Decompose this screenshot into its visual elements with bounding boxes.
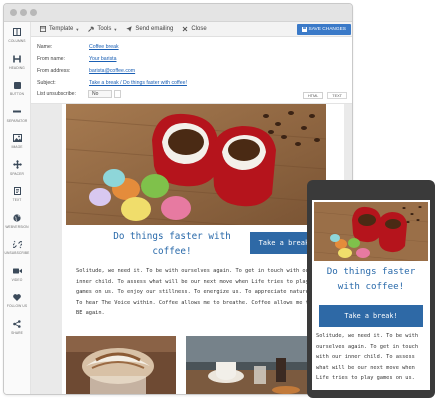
unlink-icon [12,239,23,249]
video-icon [12,266,23,276]
sidebar-item-share[interactable]: SHARE [4,314,30,341]
send-icon [126,26,133,32]
sidebar-item-video[interactable]: VIDEO [4,261,30,288]
sidebar-item-label: SHARE [11,330,23,335]
separator-icon [12,107,23,117]
sidebar-item-follow-us[interactable]: FOLLOW US [4,287,30,314]
mobile-email-headline: Do things faster with coffee! [326,266,416,292]
cafe-table-image[interactable] [186,336,311,394]
email-settings-form: Name: Coffee break From name: Your baris… [31,37,352,104]
close-icon [182,26,188,32]
from-address-row: From address: barista@coffee.com [37,68,135,74]
window-dot-icon[interactable] [30,9,37,16]
window-dot-icon[interactable] [10,9,17,16]
name-label: Name: [37,44,53,50]
close-button[interactable]: Close [182,26,207,32]
format-tabs: HTML TEXT [302,92,347,99]
tab-html[interactable]: HTML [302,92,324,99]
mobile-preview-device: Do things faster with coffee! Take a bre… [307,180,435,398]
tab-text[interactable]: TEXT [327,92,347,99]
send-emailing-button[interactable]: Send emailing [126,26,173,32]
template-menu-button[interactable]: Template ▼ [40,26,79,32]
sidebar-item-label: BUTTON [9,92,25,97]
sidebar-item-unsubscribe[interactable]: UNSUBSCRIBE [4,234,30,261]
email-body-text: Solitude, we need it. To be with ourselv… [76,268,312,316]
heart-icon [12,292,23,302]
tools-menu-button[interactable]: Tools ▼ [88,26,117,32]
sidebar-item-label: SPACER [10,171,24,176]
unsubscribe-label: List unsubscribe: [37,91,76,97]
save-changes-button[interactable]: SAVE CHANGES [296,24,351,35]
sidebar-item-label: IMAGE [11,145,23,150]
sidebar-item-image[interactable]: IMAGE [4,128,30,155]
sidebar-item-webversion[interactable]: WEBVERSION [4,208,30,235]
columns-icon [12,27,23,37]
sidebar-item-spacer[interactable]: SPACER [4,155,30,182]
wrench-icon [88,26,95,32]
editor-window: COLUMNS HEADING BUTTON SEPARATOR IMAGE S… [3,3,353,395]
sidebar-item-label: UNSUBSCRIBE [4,251,30,256]
subject-label: Subject: [37,80,56,86]
sidebar-item-label: WEBVERSION [5,224,29,229]
sidebar-item-label: HEADING [9,65,25,70]
save-changes-label: SAVE CHANGES [308,27,347,32]
close-label: Close [191,26,207,32]
chevron-down-icon: ▼ [75,26,80,32]
text-icon [12,186,23,196]
tools-menu-label: Tools [97,26,112,32]
sidebar-item-heading[interactable]: HEADING [4,49,30,76]
spacer-icon [12,160,23,170]
save-icon [301,27,307,32]
from-name-row: From name: Your barista [37,56,117,62]
mobile-hero-image[interactable] [314,202,428,261]
image-icon [12,133,23,143]
blocks-sidebar: COLUMNS HEADING BUTTON SEPARATOR IMAGE S… [4,22,31,394]
stage: COLUMNS HEADING BUTTON SEPARATOR IMAGE S… [0,0,438,400]
from-name-label: From name: [37,56,65,62]
window-dot-icon[interactable] [20,9,27,16]
sidebar-item-label: VIDEO [11,277,23,282]
sidebar-item-text[interactable]: TEXT [4,181,30,208]
template-menu-label: Template [49,26,74,32]
globe-icon [12,213,23,223]
latte-image[interactable] [66,336,176,394]
sidebar-item-columns[interactable]: COLUMNS [4,22,30,49]
email-preview: Do things faster with coffee! Take a bre… [62,104,344,394]
from-address-label: From address: [37,68,71,74]
sidebar-item-label: SEPARATOR [6,118,28,123]
template-icon [40,26,46,32]
sidebar-item-label: COLUMNS [8,39,26,44]
sidebar-item-label: TEXT [12,198,22,203]
window-titlebar [4,4,352,22]
email-canvas: Do things faster with coffee! Take a bre… [31,104,352,394]
sidebar-item-separator[interactable]: SEPARATOR [4,102,30,129]
mobile-screen: Do things faster with coffee! Take a bre… [312,200,430,390]
from-name-field[interactable]: Your barista [89,56,117,62]
hero-image[interactable] [66,104,326,225]
sidebar-item-label: FOLLOW US [6,304,28,309]
name-row: Name: Coffee break [37,44,119,50]
subject-field[interactable]: Take a break / Do things faster with cof… [89,80,187,86]
unsubscribe-select[interactable]: No [88,90,112,98]
share-icon [12,319,23,329]
mobile-email-body-text: Solitude, we need it. To be with ourselv… [316,333,419,381]
unsubscribe-toggle[interactable] [114,90,121,98]
from-address-field[interactable]: barista@coffee.com [89,68,135,74]
button-icon [12,80,23,90]
mobile-take-a-break-button[interactable]: Take a break! [319,305,423,327]
heading-icon [12,54,23,64]
sidebar-item-button[interactable]: BUTTON [4,75,30,102]
editor-toolbar: Template ▼ Tools ▼ Send emailing Close S… [31,22,352,37]
email-headline: Do things faster with coffee! [113,231,231,257]
unsubscribe-row: List unsubscribe: No [37,90,121,98]
send-emailing-label: Send emailing [135,26,174,32]
subject-row: Subject: Take a break / Do things faster… [37,80,187,86]
chevron-down-icon: ▼ [113,26,118,32]
name-field[interactable]: Coffee break [89,44,119,50]
